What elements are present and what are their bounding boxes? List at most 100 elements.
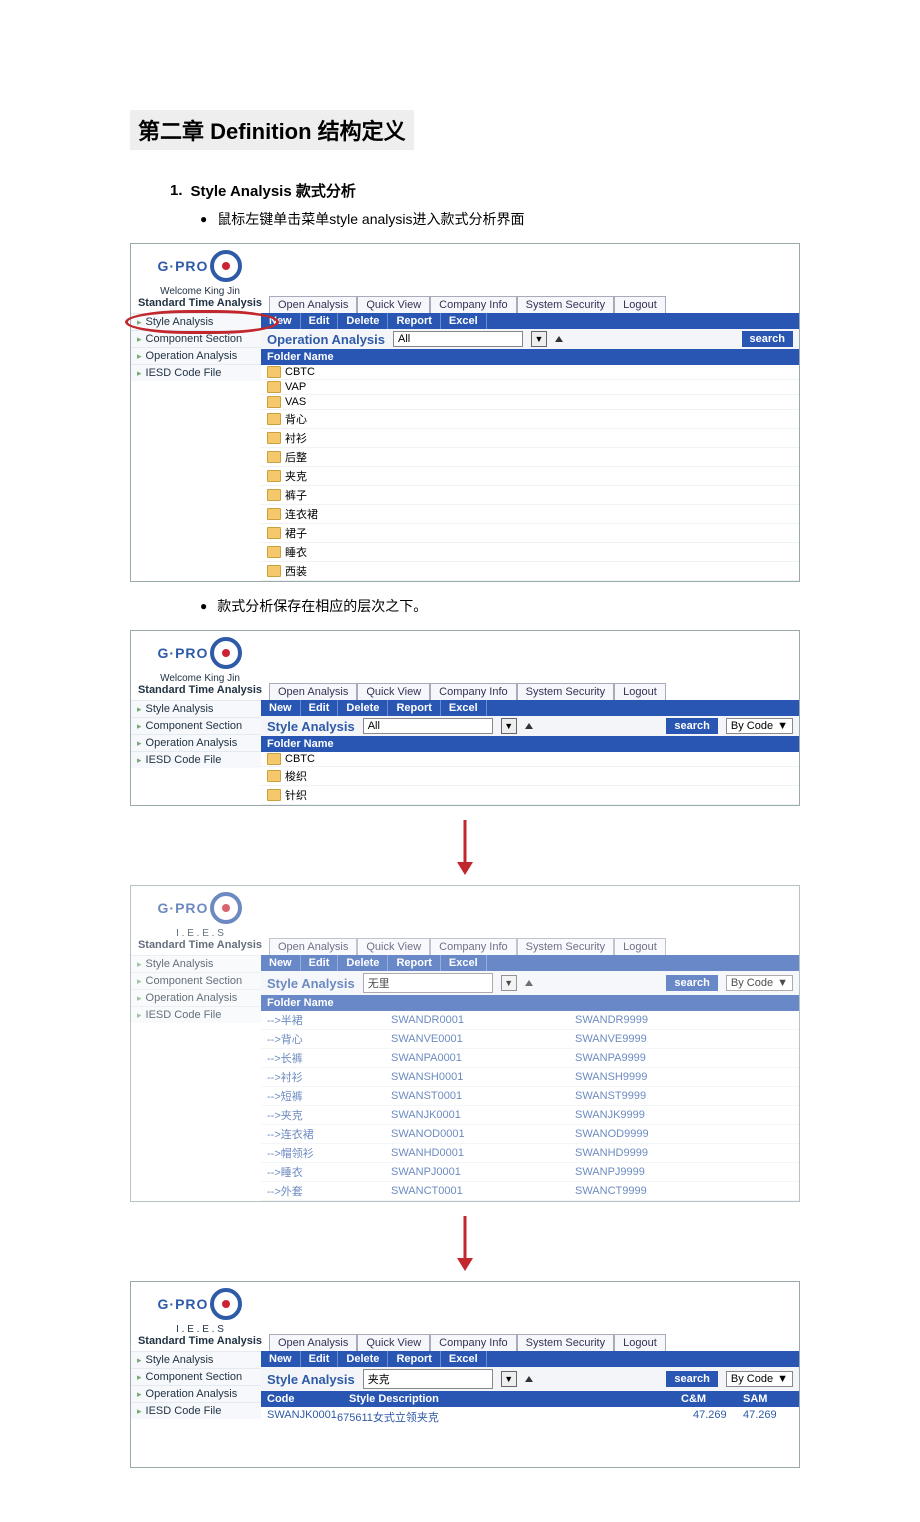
tab-system-security[interactable]: System Security <box>517 1334 614 1351</box>
list-item[interactable]: -->半裙SWANDR0001SWANDR9999 <box>261 1011 799 1030</box>
search-button[interactable]: search <box>666 1371 717 1387</box>
edit-button[interactable]: Edit <box>301 700 339 716</box>
sort-select[interactable]: By Code▼ <box>726 718 793 734</box>
delete-button[interactable]: Delete <box>338 313 388 329</box>
excel-button[interactable]: Excel <box>441 955 487 971</box>
list-item[interactable]: -->夹克SWANJK0001SWANJK9999 <box>261 1106 799 1125</box>
list-item[interactable]: 梭织 <box>261 767 799 786</box>
tab-logout[interactable]: Logout <box>614 1334 666 1351</box>
list-item[interactable]: -->短裤SWANST0001SWANST9999 <box>261 1087 799 1106</box>
excel-button[interactable]: Excel <box>441 1351 487 1367</box>
tab-system-security[interactable]: System Security <box>517 683 614 700</box>
new-button[interactable]: New <box>261 700 301 716</box>
filter-input[interactable]: 夹克 <box>363 1369 493 1389</box>
sort-select[interactable]: By Code▼ <box>726 1371 793 1387</box>
edit-button[interactable]: Edit <box>301 955 339 971</box>
dropdown-icon[interactable]: ▼ <box>531 331 547 347</box>
report-button[interactable]: Report <box>388 700 440 716</box>
search-button[interactable]: search <box>666 975 717 991</box>
up-arrow-icon[interactable] <box>555 336 563 342</box>
nav-style-analysis[interactable]: ▸Style Analysis <box>131 1351 261 1368</box>
up-arrow-icon[interactable] <box>525 723 533 729</box>
delete-button[interactable]: Delete <box>338 700 388 716</box>
nav-style-analysis[interactable]: ▸Style Analysis <box>131 313 261 330</box>
report-button[interactable]: Report <box>388 313 440 329</box>
tab-open-analysis[interactable]: Open Analysis <box>269 296 357 313</box>
nav-operation-analysis[interactable]: ▸Operation Analysis <box>131 989 261 1006</box>
nav-component-section[interactable]: ▸Component Section <box>131 717 261 734</box>
up-arrow-icon[interactable] <box>525 1376 533 1382</box>
tab-quick-view[interactable]: Quick View <box>357 683 430 700</box>
filter-input[interactable]: 无里 <box>363 973 493 993</box>
nav-iesd-code-file[interactable]: ▸IESD Code File <box>131 1006 261 1023</box>
list-item[interactable]: -->外套SWANCT0001SWANCT9999 <box>261 1182 799 1201</box>
nav-component-section[interactable]: ▸Component Section <box>131 330 261 347</box>
table-row[interactable]: SWANJK0001 675611女式立领夹克 47.269 47.269 <box>261 1407 799 1427</box>
new-button[interactable]: New <box>261 313 301 329</box>
list-item[interactable]: -->帽领衫SWANHD0001SWANHD9999 <box>261 1144 799 1163</box>
delete-button[interactable]: Delete <box>338 1351 388 1367</box>
tab-quick-view[interactable]: Quick View <box>357 1334 430 1351</box>
list-item[interactable]: -->背心SWANVE0001SWANVE9999 <box>261 1030 799 1049</box>
sort-select[interactable]: By Code▼ <box>726 975 793 991</box>
tab-company-info[interactable]: Company Info <box>430 296 516 313</box>
new-button[interactable]: New <box>261 955 301 971</box>
nav-iesd-code-file[interactable]: ▸IESD Code File <box>131 1402 261 1419</box>
tab-quick-view[interactable]: Quick View <box>357 938 430 955</box>
nav-component-section[interactable]: ▸Component Section <box>131 1368 261 1385</box>
list-item[interactable]: 背心 <box>261 410 799 429</box>
list-item[interactable]: -->长裤SWANPA0001SWANPA9999 <box>261 1049 799 1068</box>
list-item[interactable]: 针织 <box>261 786 799 805</box>
list-item[interactable]: 西装 <box>261 562 799 581</box>
tab-logout[interactable]: Logout <box>614 683 666 700</box>
nav-component-section[interactable]: ▸Component Section <box>131 972 261 989</box>
list-item[interactable]: -->衬衫SWANSH0001SWANSH9999 <box>261 1068 799 1087</box>
dropdown-icon[interactable]: ▼ <box>501 975 517 991</box>
list-item[interactable]: CBTC <box>261 365 799 380</box>
nav-style-analysis[interactable]: ▸Style Analysis <box>131 955 261 972</box>
dropdown-icon[interactable]: ▼ <box>501 718 517 734</box>
delete-button[interactable]: Delete <box>338 955 388 971</box>
excel-button[interactable]: Excel <box>441 700 487 716</box>
list-item[interactable]: 裤子 <box>261 486 799 505</box>
tab-quick-view[interactable]: Quick View <box>357 296 430 313</box>
tab-system-security[interactable]: System Security <box>517 938 614 955</box>
filter-input[interactable]: All <box>393 331 523 347</box>
tab-open-analysis[interactable]: Open Analysis <box>269 683 357 700</box>
list-item[interactable]: 连衣裙 <box>261 505 799 524</box>
tab-company-info[interactable]: Company Info <box>430 1334 516 1351</box>
excel-button[interactable]: Excel <box>441 313 487 329</box>
tab-system-security[interactable]: System Security <box>517 296 614 313</box>
nav-iesd-code-file[interactable]: ▸IESD Code File <box>131 751 261 768</box>
tab-open-analysis[interactable]: Open Analysis <box>269 1334 357 1351</box>
list-item[interactable]: 裙子 <box>261 524 799 543</box>
list-item[interactable]: 夹克 <box>261 467 799 486</box>
report-button[interactable]: Report <box>388 955 440 971</box>
filter-input[interactable]: All <box>363 718 493 734</box>
nav-operation-analysis[interactable]: ▸Operation Analysis <box>131 1385 261 1402</box>
list-item[interactable]: CBTC <box>261 752 799 767</box>
list-item[interactable]: 睡衣 <box>261 543 799 562</box>
list-item[interactable]: 后整 <box>261 448 799 467</box>
tab-logout[interactable]: Logout <box>614 296 666 313</box>
list-item[interactable]: -->睡衣SWANPJ0001SWANPJ9999 <box>261 1163 799 1182</box>
list-item[interactable]: VAS <box>261 395 799 410</box>
up-arrow-icon[interactable] <box>525 980 533 986</box>
nav-operation-analysis[interactable]: ▸Operation Analysis <box>131 347 261 364</box>
nav-iesd-code-file[interactable]: ▸IESD Code File <box>131 364 261 381</box>
dropdown-icon[interactable]: ▼ <box>501 1371 517 1387</box>
tab-open-analysis[interactable]: Open Analysis <box>269 938 357 955</box>
search-button[interactable]: search <box>742 331 793 347</box>
new-button[interactable]: New <box>261 1351 301 1367</box>
list-item[interactable]: -->连衣裙SWANOD0001SWANOD9999 <box>261 1125 799 1144</box>
edit-button[interactable]: Edit <box>301 1351 339 1367</box>
tab-company-info[interactable]: Company Info <box>430 683 516 700</box>
tab-company-info[interactable]: Company Info <box>430 938 516 955</box>
nav-style-analysis[interactable]: ▸Style Analysis <box>131 700 261 717</box>
edit-button[interactable]: Edit <box>301 313 339 329</box>
tab-logout[interactable]: Logout <box>614 938 666 955</box>
list-item[interactable]: VAP <box>261 380 799 395</box>
report-button[interactable]: Report <box>388 1351 440 1367</box>
search-button[interactable]: search <box>666 718 717 734</box>
nav-operation-analysis[interactable]: ▸Operation Analysis <box>131 734 261 751</box>
